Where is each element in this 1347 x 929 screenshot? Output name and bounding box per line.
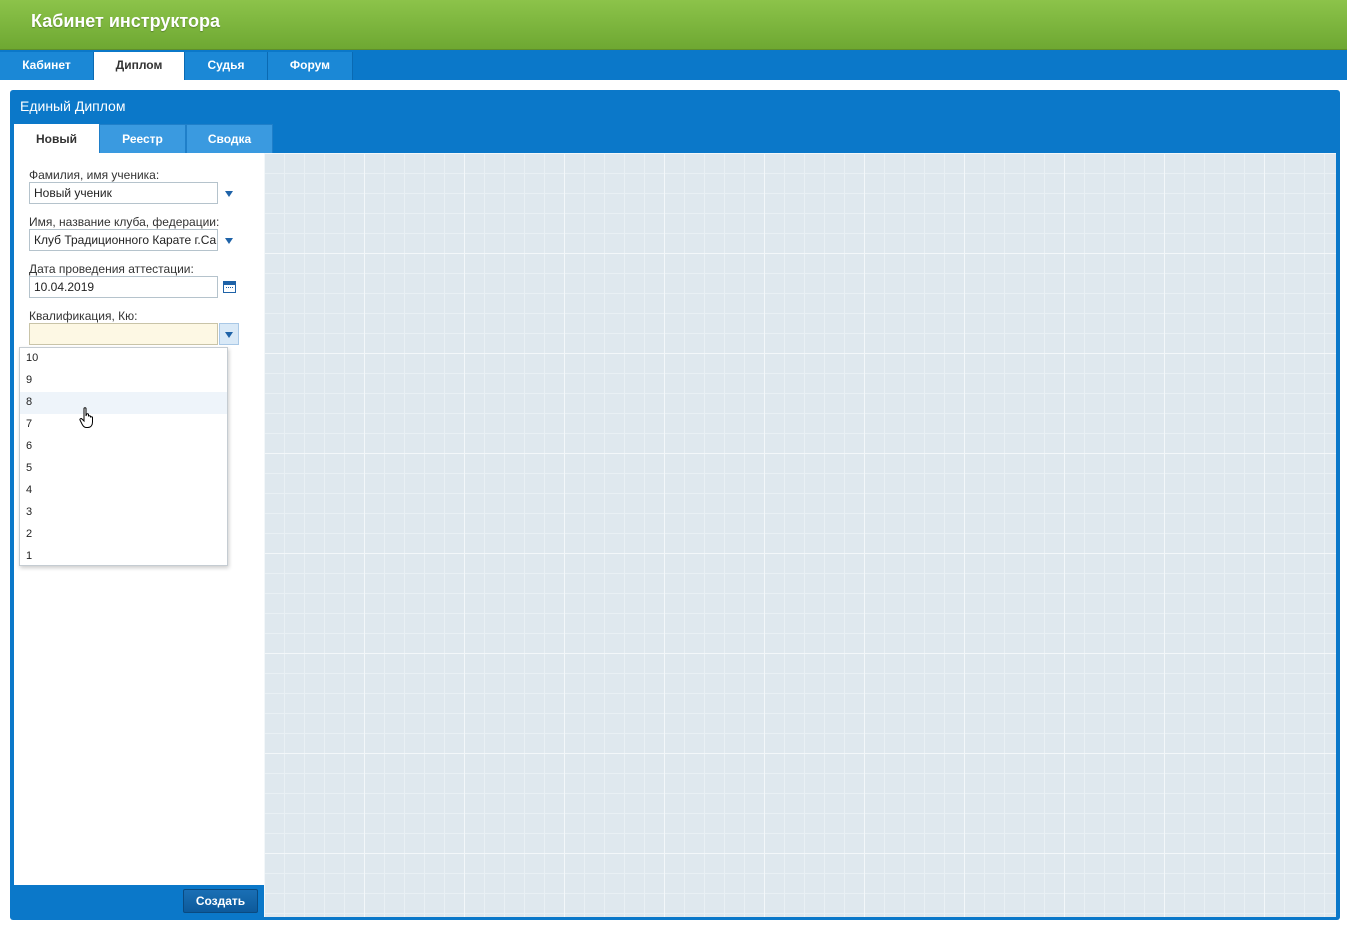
list-item[interactable]: 3: [20, 502, 227, 524]
list-item[interactable]: 5: [20, 458, 227, 480]
hand-cursor-icon: [79, 407, 93, 428]
list-item[interactable]: 2: [20, 524, 227, 546]
tab-judge[interactable]: Судья: [185, 52, 268, 80]
qualification-label: Квалификация, Кю:: [29, 309, 138, 323]
tab-new[interactable]: Новый: [14, 124, 99, 153]
list-item[interactable]: 7: [20, 414, 227, 436]
tab-registry[interactable]: Реестр: [99, 124, 186, 153]
list-item[interactable]: 9: [20, 370, 227, 392]
form-footer: Создать: [14, 885, 264, 917]
qualification-dropdown-icon[interactable]: [219, 323, 239, 345]
tab-forum[interactable]: Форум: [268, 52, 353, 80]
list-item[interactable]: 10: [20, 348, 227, 370]
tab-cabinet[interactable]: Кабинет: [0, 52, 94, 80]
list-item[interactable]: 6: [20, 436, 227, 458]
app-header: Кабинет инструктора: [0, 0, 1347, 50]
date-field[interactable]: 10.04.2019: [29, 276, 218, 298]
tab-diploma[interactable]: Диплом: [94, 52, 185, 80]
panel-title: Единый Диплом: [20, 98, 126, 114]
calendar-icon[interactable]: [223, 281, 236, 293]
student-label: Фамилия, имя ученика:: [29, 168, 160, 182]
club-dropdown-icon[interactable]: [221, 231, 237, 249]
list-item[interactable]: 1: [20, 546, 227, 568]
app-title: Кабинет инструктора: [31, 11, 220, 31]
student-field[interactable]: Новый ученик: [29, 182, 218, 204]
date-label: Дата проведения аттестации:: [29, 262, 194, 276]
qualification-dropdown-list: 10 9 8 7 6 5 4 3 2 1: [19, 347, 228, 566]
club-label: Имя, название клуба, федерации:: [29, 215, 220, 229]
list-item[interactable]: 8: [20, 392, 227, 414]
student-dropdown-icon[interactable]: [221, 184, 237, 202]
top-nav: Кабинет Диплом Судья Форум: [0, 50, 1347, 80]
list-item[interactable]: 4: [20, 480, 227, 502]
create-button[interactable]: Создать: [183, 889, 258, 913]
qualification-field[interactable]: [29, 323, 218, 345]
tab-summary[interactable]: Сводка: [186, 124, 273, 153]
club-field[interactable]: Клуб Традиционного Карате г.Са: [29, 229, 218, 251]
diploma-preview-canvas: [264, 153, 1336, 917]
